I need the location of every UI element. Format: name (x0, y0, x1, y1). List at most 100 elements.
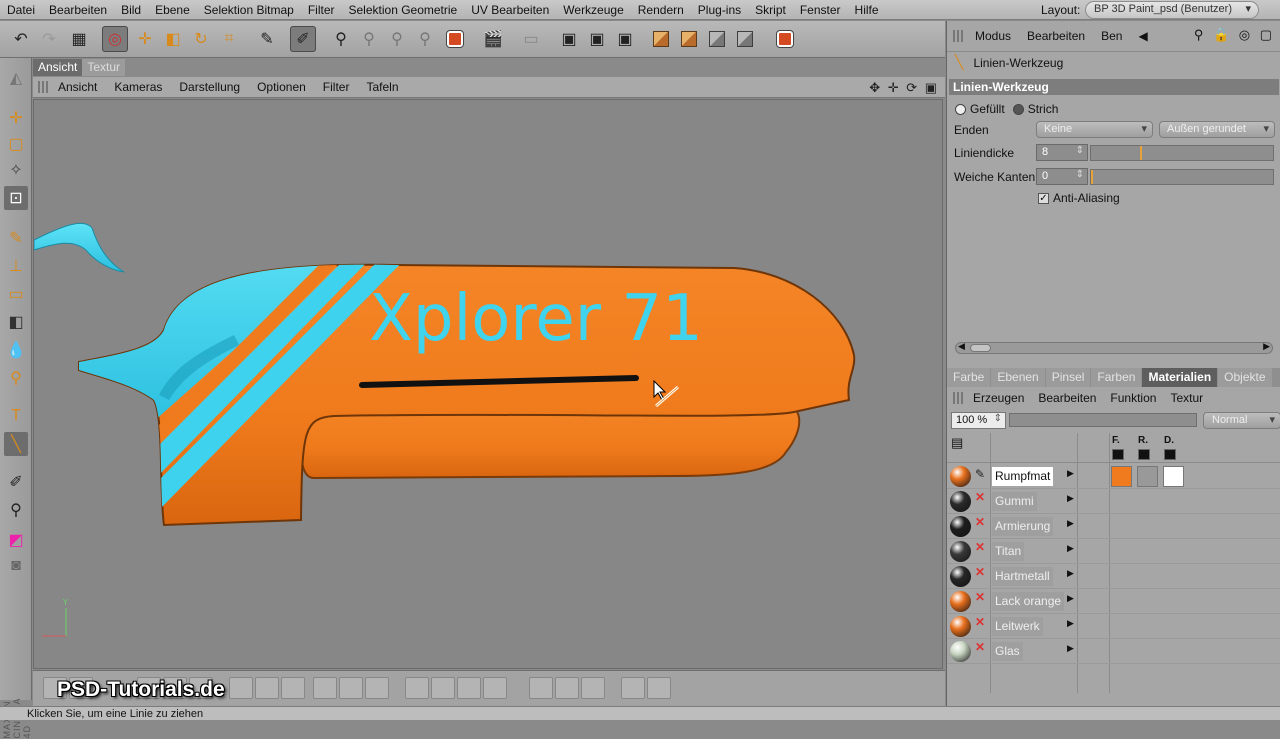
eyedropper-icon[interactable]: ✐ (4, 470, 28, 494)
opacity-slider[interactable] (1009, 413, 1197, 427)
mode-cube-1-icon[interactable]: ▣ (556, 26, 582, 52)
material-name[interactable]: Gummi (992, 492, 1037, 511)
channel-color-d[interactable] (1164, 449, 1176, 460)
stamp-tool-icon[interactable]: ⊥ (4, 254, 28, 278)
channel-color-f[interactable] (1112, 449, 1124, 460)
viewport-tool-button[interactable] (457, 677, 481, 699)
material-preview-ball[interactable] (950, 541, 971, 562)
menu-ebene[interactable]: Ebene (148, 3, 197, 17)
color-channel-thumbnail[interactable] (1111, 466, 1132, 487)
magic-wand-icon[interactable]: ✧ (4, 158, 28, 182)
tab-objekte[interactable]: Objekte (1218, 368, 1272, 387)
paint-disabled-icon[interactable]: ✕ (975, 640, 985, 654)
viewport-tool-button[interactable] (281, 677, 305, 699)
enden-end-dropdown[interactable]: Außen gerundet (1159, 121, 1275, 138)
mat-menu-bearbeiten[interactable]: Bearbeiten (1038, 391, 1096, 405)
selection-mode-icon[interactable]: ⊡ (4, 186, 28, 210)
brush-mode-2-icon[interactable]: ⚲ (356, 26, 382, 52)
material-preview-ball[interactable] (950, 491, 971, 512)
brush-mode-3-icon[interactable]: ⚲ (384, 26, 410, 52)
viewport-tool-button[interactable] (339, 677, 363, 699)
material-row[interactable]: ✕ Lack orange ▶ (947, 589, 1280, 614)
viewport-tool-button[interactable] (529, 677, 553, 699)
tab-materialien[interactable]: Materialien (1142, 368, 1218, 387)
menu-hilfe[interactable]: Hilfe (848, 3, 886, 17)
viewport-tool-button[interactable] (229, 677, 253, 699)
fill-tool-icon[interactable]: 💧 (4, 338, 28, 362)
opacity-field[interactable]: 100 % (951, 412, 1006, 429)
viewport-menu-optionen[interactable]: Optionen (257, 80, 315, 94)
grid-icon[interactable]: ▭ (518, 26, 544, 52)
mode-cube-3-icon[interactable]: ▣ (612, 26, 638, 52)
mat-menu-erzeugen[interactable]: Erzeugen (973, 391, 1024, 405)
texture-hex-icon[interactable] (772, 26, 798, 52)
material-row[interactable]: ✕ Leitwerk ▶ (947, 614, 1280, 639)
menu-bearbeiten[interactable]: Bearbeiten (42, 3, 114, 17)
text-tool-icon[interactable]: T (4, 404, 28, 428)
move-icon[interactable]: ✛ (132, 26, 158, 52)
expand-arrow-icon[interactable]: ▶ (1067, 468, 1074, 479)
menu-skript[interactable]: Skript (748, 3, 793, 17)
color-swatch-icon[interactable]: ◩ (4, 528, 28, 552)
viewport-tool-button[interactable] (581, 677, 605, 699)
expand-arrow-icon[interactable]: ▶ (1067, 593, 1074, 604)
viewport-menu-tafeln[interactable]: Tafeln (366, 80, 407, 94)
viewport-tool-button[interactable] (555, 677, 579, 699)
eraser-tool-icon[interactable]: ▭ (4, 282, 28, 306)
menu-datei[interactable]: Datei (0, 3, 42, 17)
tab-farbe[interactable]: Farbe (947, 368, 991, 387)
material-name[interactable]: Hartmetall (992, 567, 1053, 586)
mat-menu-textur[interactable]: Textur (1170, 391, 1203, 405)
scrollbar-thumb[interactable] (970, 344, 991, 352)
anti-aliasing-checkbox[interactable]: ✓ (1038, 192, 1049, 204)
material-name[interactable]: Lack orange (992, 592, 1065, 611)
paint-disabled-icon[interactable]: ✕ (975, 490, 985, 504)
object-cube-1-icon[interactable] (648, 26, 674, 52)
viewport-menu-kameras[interactable]: Kameras (114, 80, 171, 94)
material-row[interactable]: ✕ Titan ▶ (947, 539, 1280, 564)
liniendicke-slider[interactable] (1090, 145, 1274, 161)
material-preview-ball[interactable] (950, 591, 971, 612)
rect-select-icon[interactable]: ▢ (4, 132, 28, 156)
zoom-icon[interactable]: ⚲ (4, 498, 28, 522)
weiche-kanten-slider[interactable] (1090, 169, 1274, 185)
mat-menu-funktion[interactable]: Funktion (1110, 391, 1156, 405)
attr-menu-ben[interactable]: Ben (1101, 29, 1122, 43)
material-row[interactable]: ✎ Rumpfmat ▶ (947, 464, 1280, 489)
dodge-tool-icon[interactable]: ⚲ (4, 366, 28, 390)
rotate-icon[interactable]: ↻ (188, 26, 214, 52)
paint-disabled-icon[interactable]: ✕ (975, 565, 985, 579)
paint-disabled-icon[interactable]: ✕ (975, 540, 985, 554)
menu-selektion-geometrie[interactable]: Selektion Geometrie (342, 3, 465, 17)
weiche-kanten-field[interactable]: 0 (1036, 168, 1088, 185)
radio-gefuellt[interactable] (955, 103, 966, 115)
material-name[interactable]: Titan (992, 542, 1025, 561)
menu-selektion-bitmap[interactable]: Selektion Bitmap (197, 3, 301, 17)
material-preview-ball[interactable] (950, 466, 971, 487)
tab-ansicht[interactable]: Ansicht (33, 59, 83, 76)
expand-arrow-icon[interactable]: ▶ (1067, 643, 1074, 654)
material-row[interactable]: ✕ Gummi ▶ (947, 489, 1280, 514)
object-cube-4-icon[interactable] (732, 26, 758, 52)
expand-arrow-icon[interactable]: ▶ (1067, 518, 1074, 529)
paint-setup-icon[interactable]: ✎ (254, 26, 280, 52)
liniendicke-field[interactable]: 8 (1036, 144, 1088, 161)
back-arrow-icon[interactable]: ◀ (1138, 29, 1147, 43)
menu-rendern[interactable]: Rendern (631, 3, 691, 17)
scale-icon[interactable]: ◧ (160, 26, 186, 52)
brush-project-icon[interactable]: ⚲ (328, 26, 354, 52)
render-region-icon[interactable]: ▦ (66, 26, 92, 52)
menu-werkzeuge[interactable]: Werkzeuge (556, 3, 630, 17)
material-row[interactable]: ✕ Glas ▶ (947, 639, 1280, 664)
viewport-tool-button[interactable] (405, 677, 429, 699)
reflection-channel-thumbnail[interactable] (1137, 466, 1158, 487)
material-row[interactable]: ✕ Hartmetall ▶ (947, 564, 1280, 589)
viewport-tool-button[interactable] (365, 677, 389, 699)
material-hex-icon[interactable] (442, 26, 468, 52)
menu-fenster[interactable]: Fenster (793, 3, 848, 17)
material-name[interactable]: Leitwerk (992, 617, 1043, 636)
viewport-menu-filter[interactable]: Filter (323, 80, 359, 94)
menu-filter[interactable]: Filter (301, 3, 342, 17)
material-preview-ball[interactable] (950, 641, 971, 662)
viewport-tool-button[interactable] (647, 677, 671, 699)
